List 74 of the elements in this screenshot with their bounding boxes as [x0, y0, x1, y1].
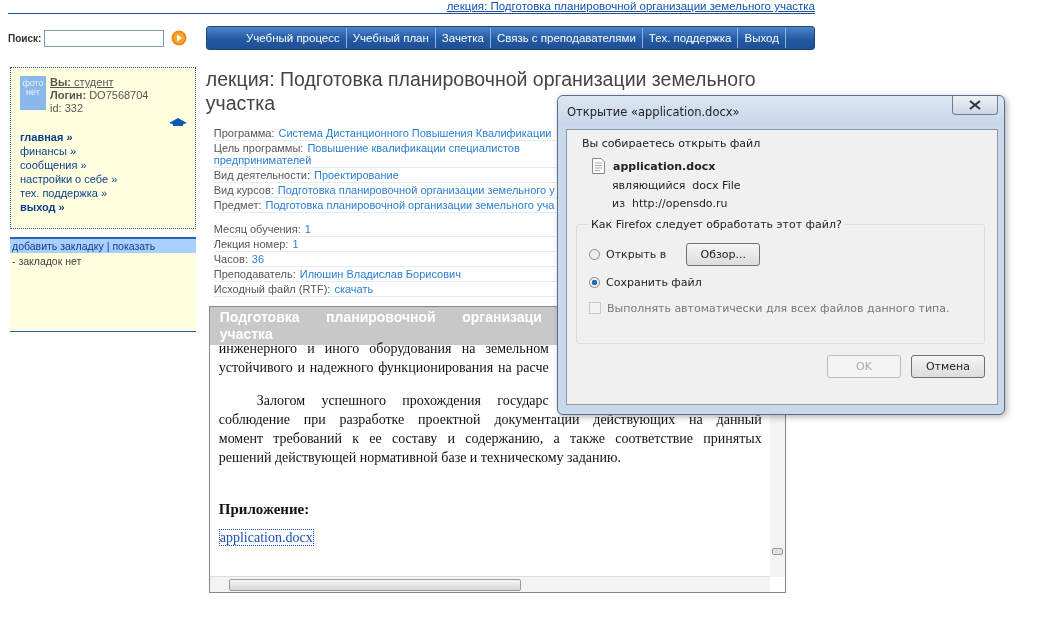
add-bookmark-link[interactable]: добавить закладку	[12, 240, 104, 252]
attachment-link[interactable]: application.docx	[218, 529, 314, 546]
dialog-text: Вы собираетесь открыть файл	[582, 137, 762, 150]
search-field[interactable]	[44, 29, 165, 47]
body-text-line: Залогом успешного прохождения государс	[255, 392, 549, 410]
menu-link[interactable]: финансы »	[20, 144, 187, 158]
horizontal-scrollbar[interactable]	[209, 576, 770, 592]
empty-bookmarks-text: - закладок нет	[11, 254, 83, 269]
close-icon	[969, 100, 981, 110]
menu-link[interactable]: сообщения »	[20, 158, 187, 172]
file-type-label: являющийся	[612, 179, 686, 192]
field-label: Исходный файл (RTF):	[213, 283, 331, 295]
body-text-line: инженерного и иного оборудования на земельном	[218, 341, 549, 358]
field-value-link[interactable]: Подготовка планировочной организации земельного у	[277, 184, 555, 196]
go-icon[interactable]	[171, 30, 188, 46]
search-label: Поиск:	[8, 32, 42, 44]
nav-link[interactable]: Учебный план	[346, 28, 436, 48]
field-value-link[interactable]: скачать	[334, 283, 374, 295]
field-value-link[interactable]: Повышение квалификации специалистов	[307, 142, 520, 154]
breadcrumb-link[interactable]: лекция: Подготовка планировочной организации земельного участка	[446, 0, 815, 12]
attachment-heading: Приложение:	[218, 500, 311, 519]
field-label: Месяц обучения:	[213, 223, 301, 235]
field-label: Часов:	[213, 253, 248, 265]
option-label[interactable]: Открыть в	[606, 247, 667, 261]
mortarboard-icon	[168, 117, 187, 126]
menu-link[interactable]: тех. поддержка »	[20, 186, 187, 200]
browse-button[interactable]: Обзор...	[686, 242, 761, 266]
menu-link[interactable]: настройки о себе »	[20, 172, 187, 186]
source-url: http://opensdo.ru	[632, 197, 728, 210]
field-label: Цель программы:	[213, 142, 304, 154]
field-label: Вид деятельности:	[213, 169, 310, 181]
field-value-link[interactable]: Илюшин Владислав Борисович	[299, 268, 461, 280]
field-value-link[interactable]: 36	[251, 253, 265, 265]
dialog-button[interactable]: Отмена	[911, 355, 985, 378]
login-text: Логин: DO7568704	[50, 89, 149, 102]
field-value-link[interactable]: Система Дистанционного Повышения Квалификации	[278, 127, 552, 139]
body-text-line: соблюдение при разработке проектной документации действующих на данный	[218, 411, 762, 429]
radio-button[interactable]	[589, 248, 600, 260]
user-id: id: 332	[50, 102, 85, 115]
lecture-title: лекция: Подготовка планировочной организации земельного	[205, 67, 756, 91]
nav-link[interactable]: Зачетка	[435, 28, 491, 48]
field-label: Лекция номер:	[213, 238, 289, 250]
file-type: docx File	[692, 179, 741, 192]
nav-link[interactable]: Связь с преподавателями	[490, 28, 643, 48]
group-label: Как Firefox следует обработать этот файл?	[590, 218, 843, 231]
field-label: Предмет:	[213, 199, 262, 211]
nav-link[interactable]: Выход	[738, 28, 786, 48]
document-icon	[592, 158, 605, 174]
field-value-link[interactable]: 1	[292, 238, 299, 250]
menu-link[interactable]: главная »	[20, 130, 187, 144]
menu-link[interactable]: выход »	[20, 200, 187, 214]
field-label: Преподаватель:	[213, 268, 296, 280]
dialog-title: Открытие «application.docx»	[567, 105, 740, 119]
option-label[interactable]: Сохранить файл	[606, 275, 702, 289]
field-label: Вид курсов:	[213, 184, 274, 196]
body-text-line: устойчивого и надежного функционирования на расче	[218, 359, 549, 377]
nav-link[interactable]: Учебный процесс	[240, 28, 347, 48]
nav-link[interactable]: Тех. поддержка	[642, 28, 739, 48]
separator-text: |	[106, 240, 110, 252]
field-value-link[interactable]: 1	[304, 223, 311, 235]
show-bookmarks-link[interactable]: показать	[112, 240, 156, 252]
field-value-link[interactable]: Проектирование	[313, 169, 399, 181]
user-role-link[interactable]: Вы: студент	[50, 76, 149, 89]
lecture-title: участка	[205, 91, 275, 115]
body-text-line: решений действующей нормативной базе и техническому заданию.	[218, 449, 623, 467]
source-label: из	[612, 197, 625, 210]
field-value-link[interactable]: предпринимателей	[213, 154, 312, 166]
field-label: Программа:	[213, 127, 275, 139]
radio-button[interactable]	[589, 276, 600, 288]
file-name: application.docx	[613, 159, 716, 173]
field-value-link[interactable]: Подготовка планировочной организации земельного уча	[265, 199, 555, 211]
close-button[interactable]	[952, 96, 998, 115]
body-text-line: момент требований к ее составу и содержанию, а также соответствие принятых	[218, 430, 762, 448]
photo-caption: фото нет	[21, 79, 45, 97]
